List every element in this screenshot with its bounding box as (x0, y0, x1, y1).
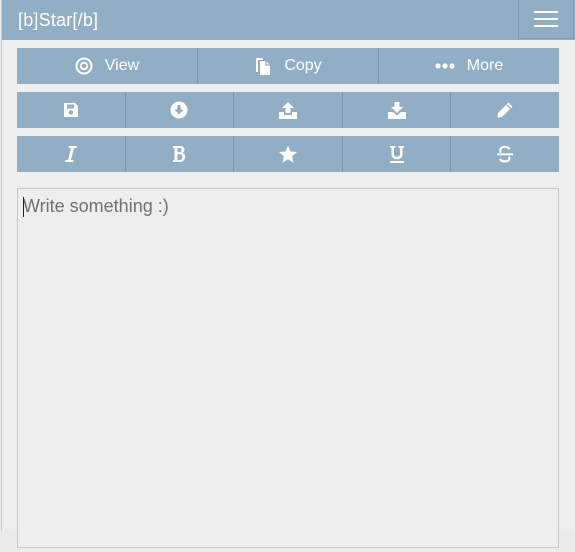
upload-icon (278, 101, 298, 120)
format-toolbar (17, 136, 559, 172)
more-label: More (466, 57, 504, 74)
star-button[interactable] (234, 136, 343, 172)
ellipsis-icon (435, 62, 455, 70)
upload-button[interactable] (234, 92, 343, 128)
editor-area (17, 188, 559, 548)
eye-target-icon (75, 57, 93, 75)
italic-icon (64, 145, 78, 163)
bold-button[interactable] (126, 136, 235, 172)
underline-button[interactable] (343, 136, 452, 172)
copy-button[interactable]: Copy (198, 48, 379, 84)
edit-button[interactable] (451, 92, 559, 128)
bold-icon (172, 145, 186, 163)
pencil-icon (496, 101, 514, 119)
app-title: [b]Star[/b] (18, 10, 99, 30)
download-circle-button[interactable] (126, 92, 235, 128)
save-button[interactable] (17, 92, 126, 128)
copy-label: Copy (284, 57, 322, 74)
view-label: View (104, 57, 140, 74)
view-button[interactable]: View (17, 48, 198, 84)
file-toolbar (17, 92, 559, 128)
more-button[interactable]: More (379, 48, 559, 84)
strikethrough-icon (496, 145, 514, 163)
star-icon (278, 145, 298, 164)
download-circle-icon (170, 101, 188, 119)
download-tray-button[interactable] (343, 92, 452, 128)
top-toolbar: View Copy More (17, 48, 559, 84)
top-bar: [b]Star[/b] (2, 0, 575, 40)
underline-icon (389, 145, 405, 164)
menu-button[interactable] (518, 0, 574, 39)
italic-button[interactable] (17, 136, 126, 172)
text-caret (23, 197, 24, 217)
editor-textarea[interactable] (18, 189, 558, 547)
strikethrough-button[interactable] (451, 136, 559, 172)
hamburger-icon (533, 9, 559, 29)
copy-icon (254, 57, 272, 76)
download-tray-icon (387, 101, 407, 120)
save-icon (63, 102, 79, 118)
